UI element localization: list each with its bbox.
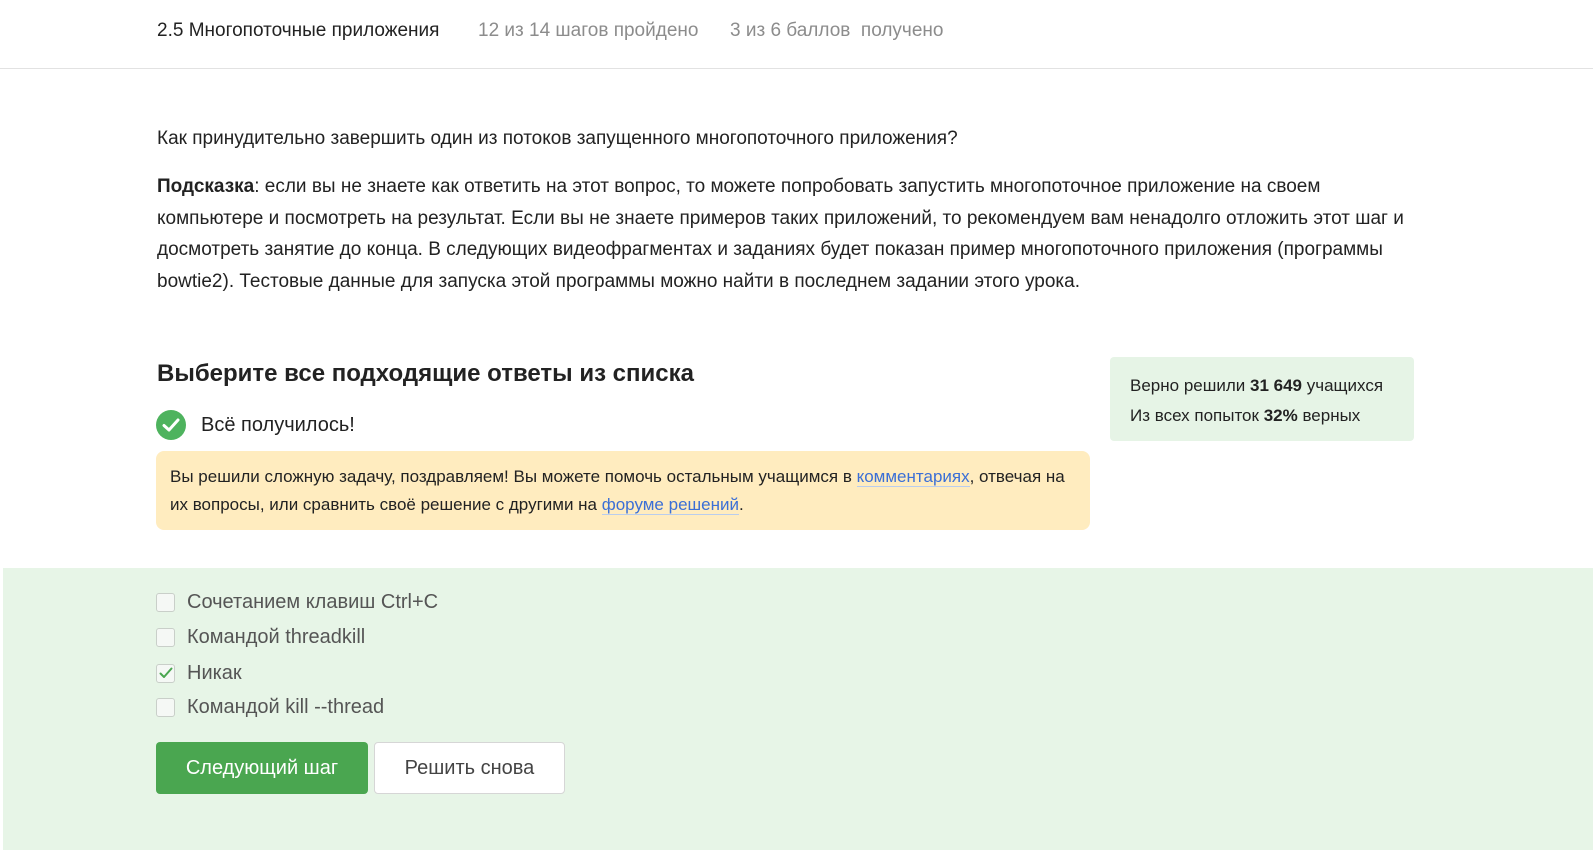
comments-link[interactable]: комментариях — [856, 467, 970, 487]
solve-again-button[interactable]: Решить снова — [374, 742, 565, 794]
answer-label: Командой threadkill — [187, 625, 366, 648]
quiz-title: Выберите все подходящие ответы из списка — [157, 360, 694, 387]
points-progress: 3 из 6 баллов получено — [730, 20, 944, 41]
hint-label: Подсказка — [157, 176, 255, 197]
answer-option[interactable]: Командой threadkill — [156, 625, 365, 649]
attempts-stat: Из всех попыток 32% верных — [1130, 406, 1361, 425]
success-text: Всё получилось! — [201, 413, 355, 436]
answer-checkbox[interactable] — [156, 592, 175, 612]
answer-label: Командой kill --thread — [187, 695, 385, 718]
answer-checkbox[interactable] — [156, 697, 175, 717]
top-bar: 2.5 Многопоточные приложения 12 из 14 ша… — [0, 0, 1593, 69]
answer-option[interactable]: Никак — [156, 661, 242, 685]
answer-checkbox-checked[interactable] — [156, 663, 175, 683]
answer-label: Сочетанием клавиш Ctrl+C — [187, 590, 439, 613]
congrats-text-3: . — [739, 495, 744, 514]
attempts-percent: 32% — [1263, 406, 1298, 425]
answer-option[interactable]: Командой kill --thread — [156, 695, 384, 719]
question-text: Как принудительно завершить один из пото… — [157, 128, 958, 149]
answer-label: Никак — [187, 661, 242, 684]
stats-panel: Верно решили 31 649 учащихся Из всех поп… — [1110, 357, 1414, 441]
hint-paragraph: Подсказка: если вы не знаете как ответит… — [157, 171, 1417, 297]
steps-progress: 12 из 14 шагов пройдено — [478, 20, 699, 41]
success-status: Всё получилось! — [156, 410, 355, 440]
hint-text: : если вы не знаете как ответить на этот… — [157, 176, 1404, 292]
next-step-button[interactable]: Следующий шаг — [156, 742, 368, 794]
congrats-text-1: Вы решили сложную задачу, поздравляем! В… — [170, 467, 857, 486]
solutions-forum-link[interactable]: форуме решений — [601, 495, 739, 515]
checkmark-icon — [159, 667, 172, 678]
answer-checkbox[interactable] — [156, 627, 175, 647]
congrats-message: Вы решили сложную задачу, поздравляем! В… — [156, 451, 1090, 530]
check-circle-icon — [156, 410, 186, 440]
solved-stat: Верно решили 31 649 учащихся — [1130, 376, 1384, 395]
answer-option[interactable]: Сочетанием клавиш Ctrl+C — [156, 590, 438, 614]
solved-count: 31 649 — [1250, 376, 1302, 395]
lesson-title[interactable]: 2.5 Многопоточные приложения — [157, 20, 439, 42]
